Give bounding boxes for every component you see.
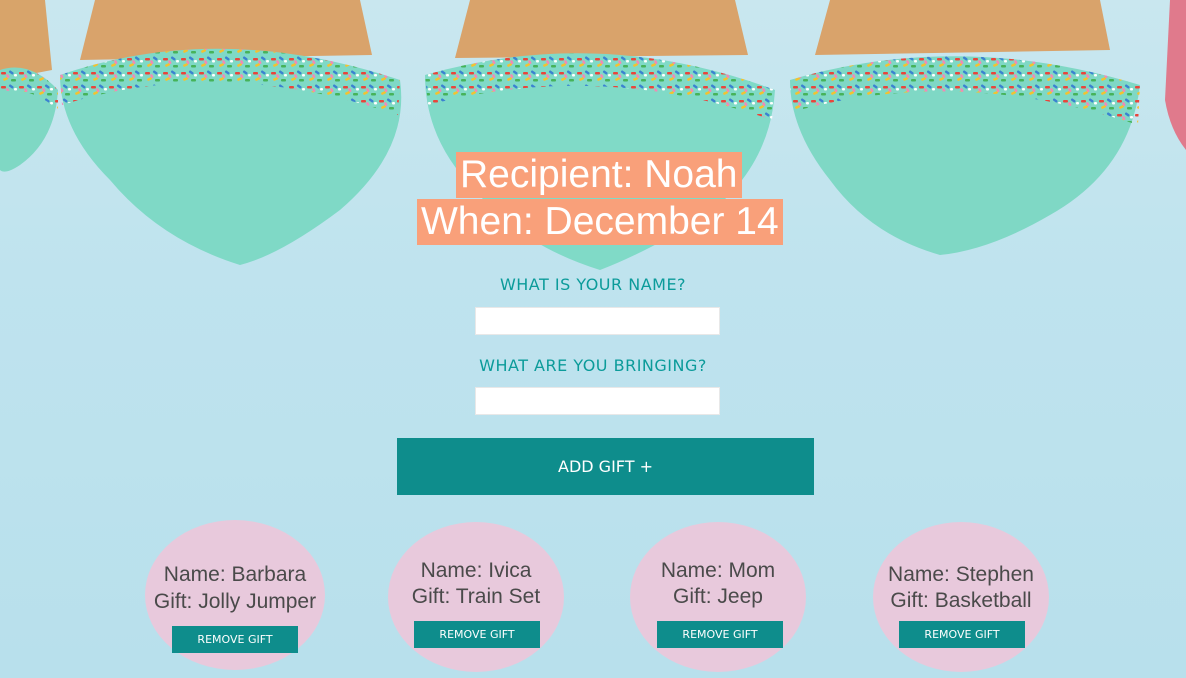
remove-gift-button[interactable]: Remove Gift bbox=[172, 626, 298, 653]
gift-card-gift: Gift: Jeep bbox=[673, 585, 763, 608]
gift-card-name: Name: Barbara bbox=[163, 563, 307, 586]
gift-card-gift: Gift: Train Set bbox=[411, 585, 541, 608]
name-field-label: What is your name? bbox=[499, 275, 687, 294]
remove-gift-button[interactable]: Remove Gift bbox=[657, 621, 783, 648]
gift-card-name: Name: Ivica bbox=[420, 559, 532, 582]
gift-card-gift: Gift: Basketball bbox=[890, 589, 1032, 612]
name-input[interactable] bbox=[475, 307, 720, 335]
gift-card-ivica: Name: Ivica Gift: Train Set Remove Gift bbox=[388, 522, 564, 672]
gift-card-gift: Gift: Jolly Jumper bbox=[153, 590, 317, 613]
recipient-title: Recipient: Noah bbox=[456, 152, 742, 198]
remove-gift-button[interactable]: Remove Gift bbox=[414, 621, 540, 648]
add-gift-button[interactable]: Add Gift + bbox=[397, 438, 814, 495]
remove-gift-button[interactable]: Remove Gift bbox=[899, 621, 1025, 648]
gift-card-name: Name: Stephen bbox=[888, 563, 1034, 586]
gift-card-name: Name: Mom bbox=[660, 559, 776, 582]
gift-card-stephen: Name: Stephen Gift: Basketball Remove Gi… bbox=[873, 522, 1049, 672]
event-date-title: When: December 14 bbox=[417, 199, 783, 245]
gift-card-mom: Name: Mom Gift: Jeep Remove Gift bbox=[630, 522, 806, 672]
gift-input[interactable] bbox=[475, 387, 720, 415]
gift-card-barbara: Name: Barbara Gift: Jolly Jumper Remove … bbox=[145, 520, 325, 670]
gift-field-label: What are you bringing? bbox=[479, 356, 707, 375]
